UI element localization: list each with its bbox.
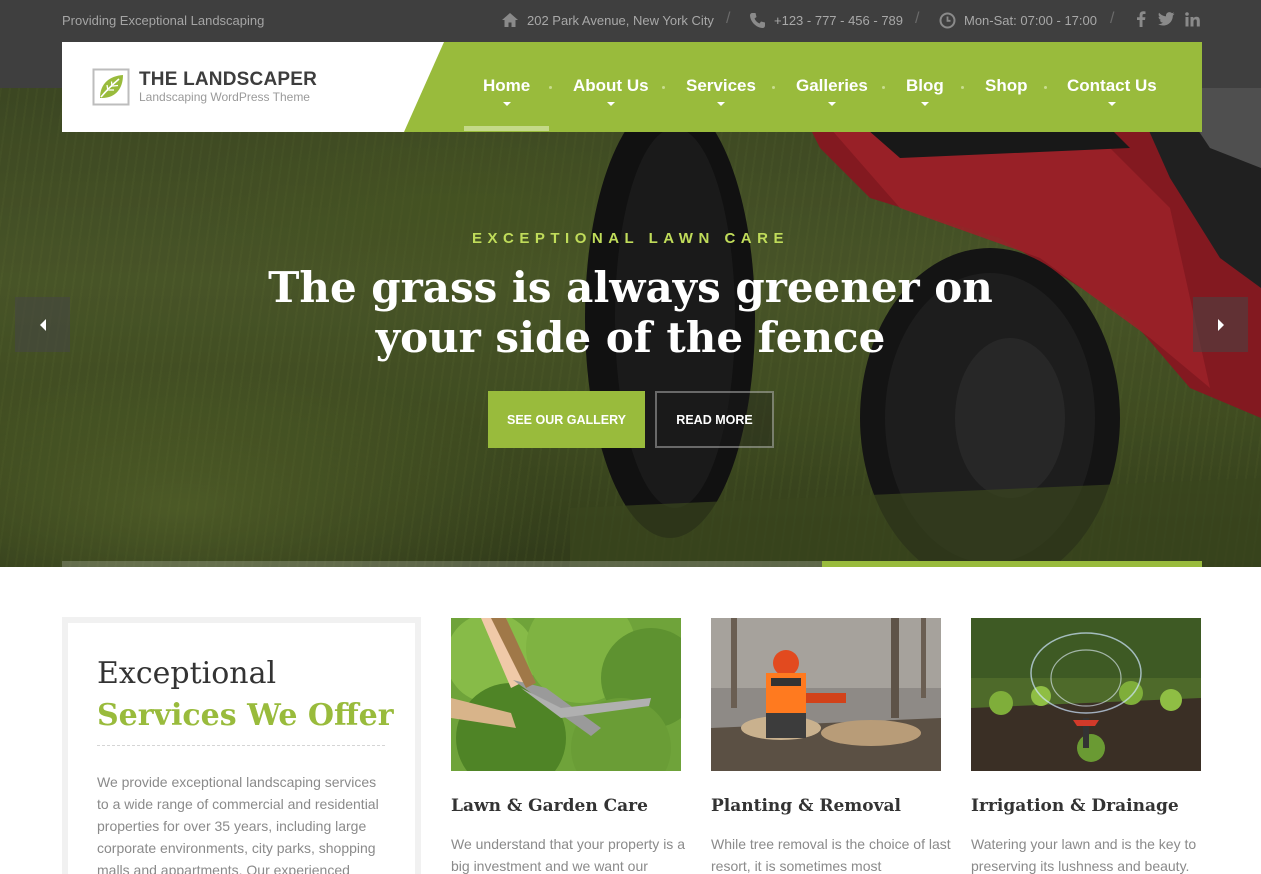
brand-title[interactable]: THE LANDSCAPER bbox=[139, 69, 317, 91]
service-title-irrigation-drainage[interactable]: Irrigation & Drainage bbox=[971, 796, 1179, 816]
caret-down-icon bbox=[502, 102, 511, 106]
service-image-irrigation-drainage[interactable] bbox=[971, 618, 1201, 771]
home-icon bbox=[502, 13, 518, 27]
hero-headline-line1: The grass is always greener on bbox=[268, 263, 993, 312]
nav-label[interactable]: Services bbox=[686, 76, 756, 96]
slider-next-button[interactable] bbox=[1193, 297, 1248, 352]
nav-label[interactable]: Galleries bbox=[796, 76, 868, 96]
service-text-planting-removal: While tree removal is the choice of last… bbox=[711, 836, 951, 874]
chevron-right-icon bbox=[1217, 318, 1224, 331]
social-links bbox=[1136, 11, 1200, 27]
nav-separator-dot bbox=[961, 86, 964, 89]
nav-item-galleries[interactable]: Galleries bbox=[796, 76, 868, 106]
slider-prev-button[interactable] bbox=[15, 297, 70, 352]
hero-kicker: EXCEPTIONAL LAWN CARE bbox=[472, 230, 789, 247]
nav-item-services[interactable]: Services bbox=[686, 76, 756, 106]
read-more-button[interactable]: READ MORE bbox=[655, 391, 774, 448]
hours-text: Mon-Sat: 07:00 - 17:00 bbox=[964, 13, 1097, 28]
slider-progress-fill bbox=[822, 561, 1202, 567]
nav-label[interactable]: Contact Us bbox=[1067, 76, 1157, 96]
service-title-planting-removal[interactable]: Planting & Removal bbox=[711, 796, 901, 816]
sprinkler-image bbox=[971, 618, 1201, 771]
nav-separator-dot bbox=[772, 86, 775, 89]
caret-down-icon bbox=[1107, 102, 1116, 106]
topbar-separator: / bbox=[1110, 10, 1115, 27]
caret-down-icon bbox=[606, 102, 615, 106]
nav-separator-dot bbox=[662, 86, 665, 89]
brand-subtitle: Landscaping WordPress Theme bbox=[139, 90, 310, 104]
address-info: 202 Park Avenue, New York City bbox=[501, 12, 714, 28]
nav-label[interactable]: Shop bbox=[985, 76, 1028, 96]
nav-item-contact-us[interactable]: Contact Us bbox=[1067, 76, 1157, 106]
nav-active-indicator bbox=[464, 126, 549, 131]
service-text-lawn-garden: We understand that your property is a bi… bbox=[451, 836, 685, 874]
nav-separator-dot bbox=[882, 86, 885, 89]
hedge-trimming-image bbox=[451, 618, 681, 771]
nav-item-home[interactable]: Home bbox=[483, 76, 530, 106]
caret-down-icon bbox=[716, 102, 725, 106]
topbar-separator: / bbox=[726, 10, 731, 27]
service-text-irrigation-drainage: Watering your lawn and is the key to pre… bbox=[971, 836, 1197, 874]
phone-text[interactable]: +123 - 777 - 456 - 789 bbox=[774, 13, 903, 28]
twitter-icon[interactable] bbox=[1158, 12, 1175, 26]
caret-down-icon bbox=[920, 102, 929, 106]
nav-label[interactable]: Home bbox=[483, 76, 530, 96]
see-our-gallery-button[interactable]: SEE OUR GALLERY bbox=[488, 391, 645, 448]
nav-separator-dot bbox=[549, 86, 552, 89]
clock-icon bbox=[939, 12, 956, 29]
nav-item-blog[interactable]: Blog bbox=[906, 76, 944, 106]
topbar-separator: / bbox=[915, 10, 920, 27]
tagline: Providing Exceptional Landscaping bbox=[62, 13, 265, 28]
hero-headline: The grass is always greener on your side… bbox=[0, 263, 1261, 363]
facebook-icon[interactable] bbox=[1136, 11, 1146, 27]
address-text: 202 Park Avenue, New York City bbox=[527, 12, 714, 28]
service-image-planting-removal[interactable] bbox=[711, 618, 941, 771]
intro-heading-line1: Exceptional bbox=[97, 656, 277, 691]
leaf-logo-icon[interactable] bbox=[92, 68, 130, 106]
linkedin-icon[interactable] bbox=[1185, 11, 1200, 27]
nav-item-shop[interactable]: Shop bbox=[985, 76, 1028, 96]
hours-info: Mon-Sat: 07:00 - 17:00 bbox=[939, 12, 1097, 29]
caret-down-icon bbox=[827, 102, 836, 106]
nav-separator-dot bbox=[1044, 86, 1047, 89]
service-image-lawn-garden[interactable] bbox=[451, 618, 681, 771]
intro-divider bbox=[97, 745, 385, 746]
nav-label[interactable]: About Us bbox=[573, 76, 649, 96]
intro-heading-line2: Services We Offer bbox=[97, 698, 394, 733]
phone-info: +123 - 777 - 456 - 789 bbox=[749, 12, 903, 29]
intro-text: We provide exceptional landscaping servi… bbox=[97, 774, 379, 874]
hero-headline-line2: your side of the fence bbox=[375, 313, 886, 362]
chevron-left-icon bbox=[39, 318, 46, 331]
tree-removal-image bbox=[711, 618, 941, 771]
nav-item-about-us[interactable]: About Us bbox=[573, 76, 649, 106]
nav-label[interactable]: Blog bbox=[906, 76, 944, 96]
service-title-lawn-garden[interactable]: Lawn & Garden Care bbox=[451, 796, 648, 816]
phone-icon bbox=[750, 13, 765, 28]
